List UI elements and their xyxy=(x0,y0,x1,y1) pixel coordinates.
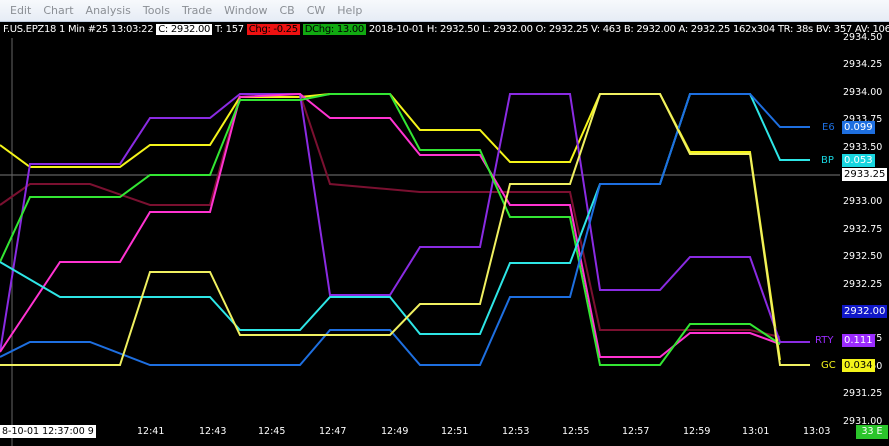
current-price-box: 2933.25 xyxy=(842,168,888,181)
series-lightyellow xyxy=(0,93,810,366)
menu-cb[interactable]: CB xyxy=(273,0,300,22)
price-tick: 2931.25 xyxy=(843,388,883,400)
series-name-bp: BP xyxy=(821,155,834,166)
menu-help[interactable]: Help xyxy=(331,0,368,22)
series-purple xyxy=(0,93,810,353)
menu-bar: Edit Chart Analysis Tools Trade Window CB CW Hel… xyxy=(0,0,889,22)
menu-edit[interactable]: Edit xyxy=(4,0,37,22)
time-tick: 12:43 xyxy=(199,426,227,437)
series-name-gc: GC xyxy=(821,360,836,371)
menu-chart[interactable]: Chart xyxy=(37,0,79,22)
series-value-rty: 0.111 xyxy=(842,334,875,347)
start-time-label: 8-10-01 12:37:00 9 xyxy=(0,425,96,438)
time-tick: 12:57 xyxy=(622,426,650,437)
price-tick: 2933.50 xyxy=(843,141,883,153)
series-value-e6: 0.099 xyxy=(842,121,875,134)
corner-badge: 33 E xyxy=(856,425,888,439)
series-maroon xyxy=(0,93,781,338)
series-value-gc: 0.034 xyxy=(842,359,875,372)
menu-tools[interactable]: Tools xyxy=(137,0,176,22)
time-tick: 12:53 xyxy=(502,426,530,437)
price-tick: 2932.25 xyxy=(843,278,883,290)
price-tick: 2934.00 xyxy=(843,86,883,98)
last-price-box: 2932.00 xyxy=(842,305,888,318)
price-tick: 2932.50 xyxy=(843,251,883,263)
time-tick: 12:51 xyxy=(441,426,469,437)
price-tick: 2934.50 xyxy=(843,32,883,43)
price-tick: 2934.25 xyxy=(843,59,883,71)
time-tick: 13:01 xyxy=(742,426,770,437)
time-tick: 12:59 xyxy=(683,426,711,437)
menu-cw[interactable]: CW xyxy=(301,0,332,22)
menu-trade[interactable]: Trade xyxy=(176,0,218,22)
time-tick: 12:45 xyxy=(258,426,286,437)
price-tick: 2933.00 xyxy=(843,196,883,208)
series-name-e6: E6 xyxy=(822,122,835,133)
menu-window[interactable]: Window xyxy=(218,0,273,22)
price-chart[interactable] xyxy=(0,22,889,446)
time-tick: 13:03 xyxy=(803,426,831,437)
series-blue xyxy=(0,93,810,366)
series-value-bp: 0.053 xyxy=(842,154,875,167)
series-cyan xyxy=(0,93,810,335)
chart-window[interactable]: F.US.EPZ18 1 Min #25 13:03:22 C: 2932.00… xyxy=(0,22,889,446)
menu-analysis[interactable]: Analysis xyxy=(80,0,137,22)
series-green xyxy=(0,93,781,366)
series-magenta xyxy=(0,92,781,358)
time-tick: 12:41 xyxy=(137,426,165,437)
time-tick: 12:47 xyxy=(319,426,347,437)
time-tick: 12:49 xyxy=(381,426,409,437)
price-tick: 2932.75 xyxy=(843,223,883,235)
series-name-rty: RTY xyxy=(815,335,834,346)
time-tick: 12:55 xyxy=(562,426,590,437)
series-yellow xyxy=(0,93,781,361)
